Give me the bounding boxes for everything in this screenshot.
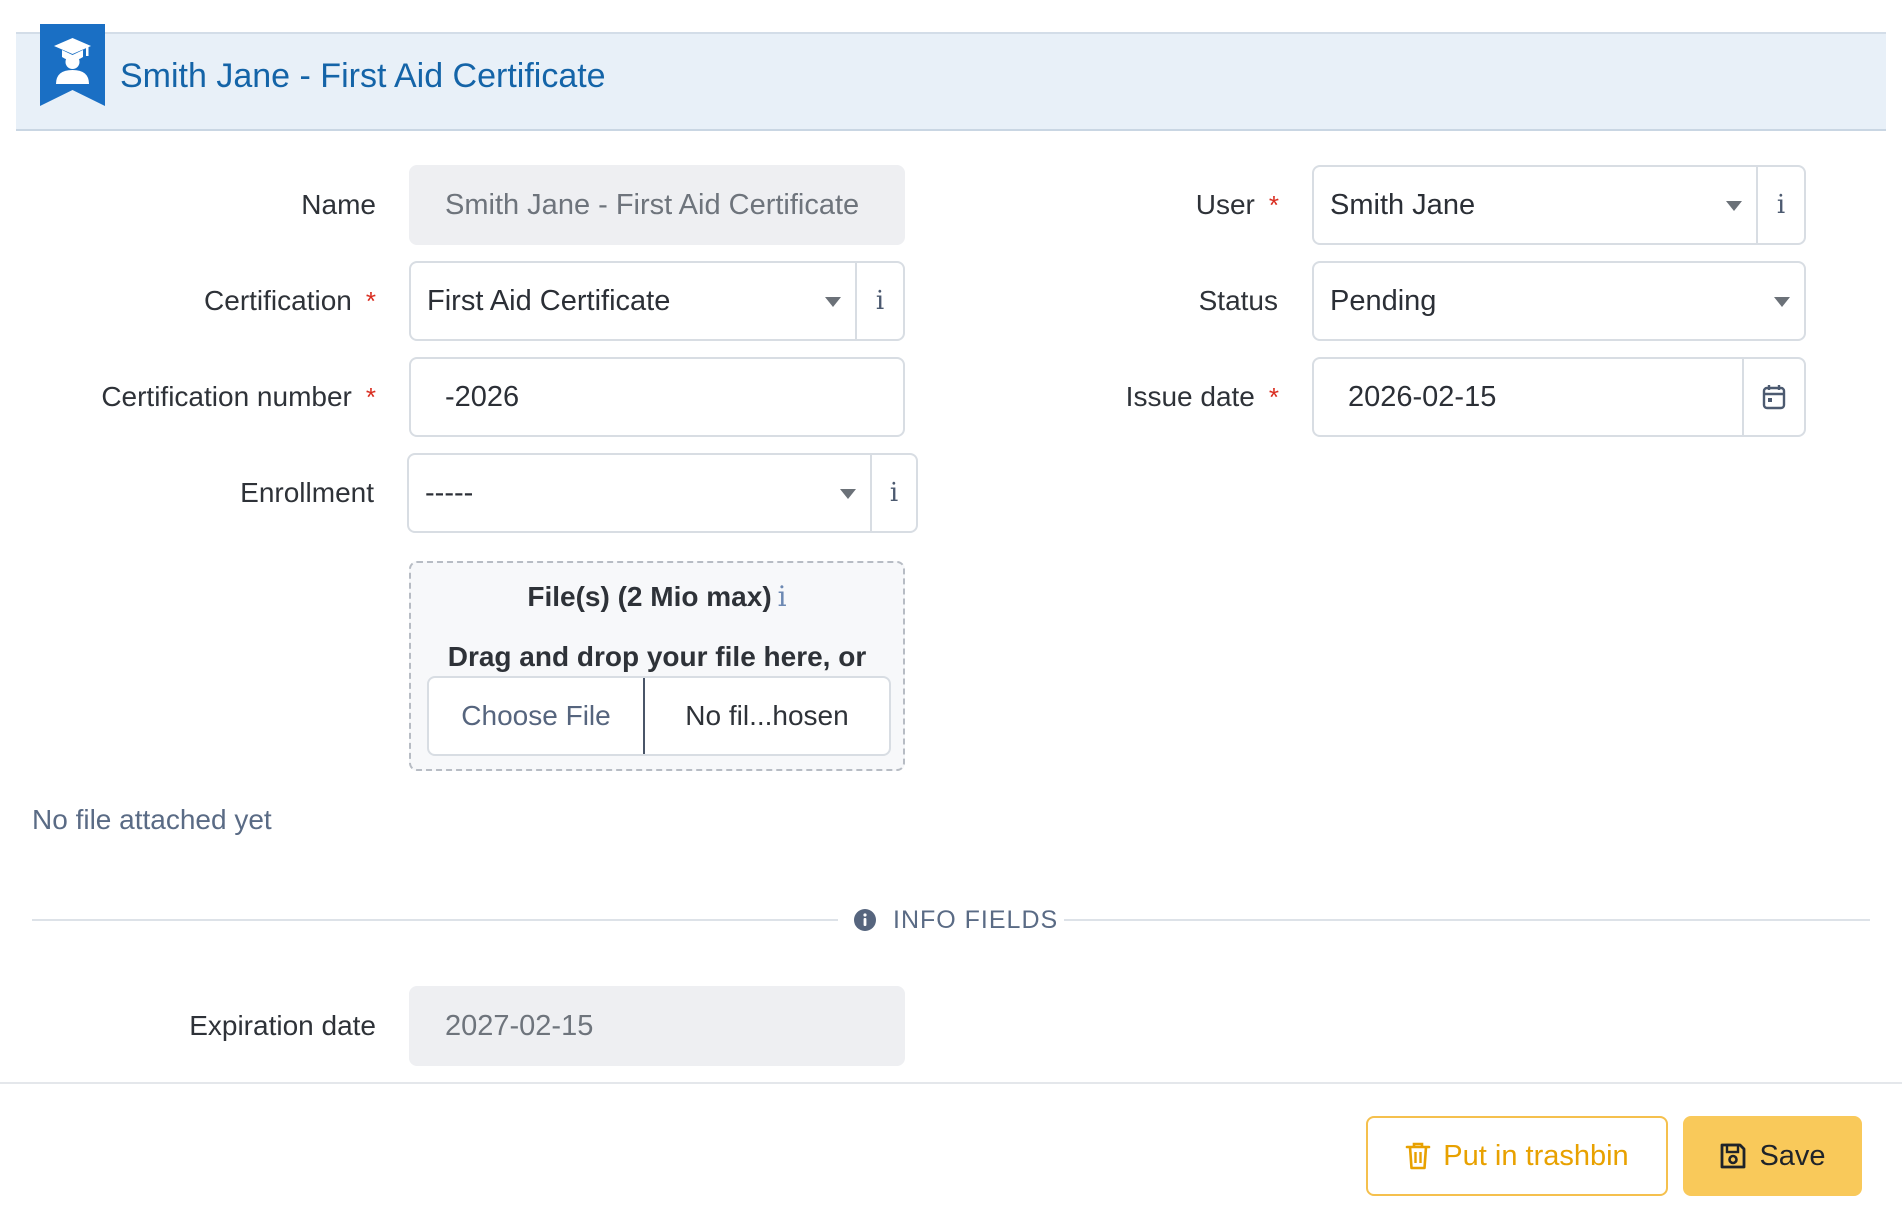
- expiration-date-label: Expiration date: [189, 1010, 376, 1041]
- trash-button-label: Put in trashbin: [1443, 1139, 1629, 1172]
- info-fields-heading: INFO FIELDS: [853, 902, 1058, 938]
- divider-left: [32, 919, 838, 921]
- name-field: Smith Jane - First Aid Certificate: [409, 165, 905, 245]
- user-value: Smith Jane: [1330, 189, 1476, 221]
- certification-info-icon[interactable]: i: [855, 263, 903, 339]
- page-header: Smith Jane - First Aid Certificate: [16, 24, 1886, 131]
- status-select[interactable]: Pending: [1312, 261, 1806, 341]
- certification-select[interactable]: First Aid Certificate i: [409, 261, 905, 341]
- save-button[interactable]: Save: [1683, 1116, 1862, 1196]
- trash-button[interactable]: Put in trashbin: [1366, 1116, 1668, 1196]
- user-label: User *: [1195, 189, 1279, 220]
- enrollment-info-icon[interactable]: i: [870, 455, 916, 531]
- chevron-down-icon: [1726, 201, 1742, 211]
- footer-divider: [0, 1082, 1902, 1084]
- file-input[interactable]: Choose File No fil...hosen: [427, 676, 891, 756]
- floppy-disk-icon: [1721, 1143, 1746, 1169]
- enrollment-label: Enrollment: [240, 477, 374, 508]
- enrollment-select[interactable]: ----- i: [407, 453, 918, 533]
- status-value: Pending: [1330, 285, 1437, 317]
- dropzone-subtitle: Drag and drop your file here, or: [447, 641, 867, 672]
- certification-value: First Aid Certificate: [427, 285, 671, 317]
- file-dropzone[interactable]: File(s) (2 Mio max) i Drag and drop your …: [409, 561, 905, 771]
- user-select[interactable]: Smith Jane i: [1312, 165, 1806, 245]
- name-label: Name: [301, 189, 376, 220]
- calendar-icon[interactable]: [1742, 359, 1804, 435]
- certificate-badge-icon: [40, 24, 105, 106]
- choose-file-button[interactable]: Choose File: [429, 678, 645, 754]
- divider-right: [1064, 919, 1870, 921]
- page-title: Smith Jane - First Aid Certificate: [120, 57, 606, 95]
- user-info-icon[interactable]: i: [1756, 167, 1804, 243]
- info-circle-icon: [854, 909, 876, 931]
- no-file-message: No file attached yet: [32, 804, 272, 835]
- chosen-file-name: No fil...hosen: [685, 700, 849, 731]
- expiration-date-field: 2027-02-15: [409, 986, 905, 1066]
- issue-date-label: Issue date *: [1125, 381, 1279, 412]
- dropzone-title: File(s) (2 Mio max) i: [527, 580, 787, 613]
- status-label: Status: [1198, 285, 1278, 316]
- trash-icon: [1405, 1142, 1431, 1170]
- certification-label: Certification *: [204, 285, 376, 316]
- enrollment-value: -----: [425, 477, 474, 509]
- chevron-down-icon: [825, 297, 841, 307]
- save-button-label: Save: [1759, 1139, 1826, 1172]
- files-info-icon[interactable]: i: [778, 580, 787, 613]
- certification-number-label: Certification number *: [101, 381, 376, 412]
- chevron-down-icon: [840, 489, 856, 499]
- certification-number-input[interactable]: -2026: [409, 357, 905, 437]
- chevron-down-icon: [1774, 297, 1790, 307]
- issue-date-input[interactable]: 2026-02-15: [1312, 357, 1806, 437]
